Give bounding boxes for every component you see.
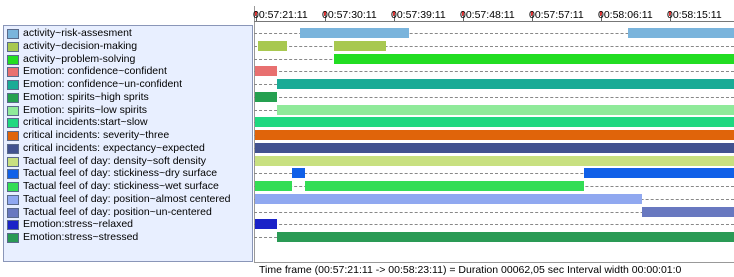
legend-color-swatch [7,29,19,39]
legend-item[interactable]: Tactual feel of day: position~almost cen… [6,192,252,206]
track-segment[interactable] [627,28,734,38]
legend-color-swatch [7,67,19,78]
legend-label: Emotion: confidence~un-confident [23,78,183,90]
legend-item[interactable]: critical incidents:start~slow [6,116,252,129]
track-guide-line [254,45,734,47]
legend-item[interactable]: Emotion:stress~relaxed [6,218,252,231]
legend-label: Tactual feel of day: density~soft densit… [23,154,206,167]
legend-label: activity~problem-solving [23,52,136,65]
legend-color-swatch [7,207,19,218]
track-legend-panel: activity~risk-assesment activity~decision… [3,25,253,262]
legend-color-swatch [7,131,19,141]
track-segment[interactable] [255,66,278,77]
tick-label: 00:58:15:11 [667,9,722,21]
track-segment[interactable] [334,40,387,51]
tick-label: 00:57:48:11 [460,9,515,21]
track-segment[interactable] [277,79,734,89]
legend-item[interactable]: Tactual feel of day: position~un-centere… [6,205,252,219]
track-segment[interactable] [255,142,734,153]
track-segment[interactable] [255,91,278,102]
legend-item[interactable]: Tactual feel of day: density~soft densit… [6,154,252,168]
legend-label: Tactual feel of day: position~almost cen… [23,192,231,205]
legend-label: Tactual feel of day: position~un-centere… [23,205,212,218]
legend-item[interactable]: Tactual feel of day: stickiness~wet surf… [6,180,252,193]
track-segment[interactable] [292,168,305,179]
track-segment[interactable] [584,168,734,179]
legend-color-swatch [7,92,19,103]
legend-label: critical incidents:start~slow [23,116,148,129]
legend-color-swatch [7,169,19,180]
legend-item[interactable]: activity~decision-making [6,39,252,53]
legend-item[interactable]: activity~risk-assesment [6,27,252,40]
legend-label: activity~decision-making [23,39,138,52]
legend-color-swatch [7,194,19,205]
legend-item[interactable]: activity~problem-solving [6,52,252,66]
track-guide-line [254,71,734,73]
legend-color-swatch [7,156,19,167]
legend-color-swatch [7,118,19,129]
legend-label: Emotion: spirits~high sprits [23,90,149,103]
status-text: Time frame (00:57:21:11 -> 00:58:23:11) … [259,264,682,276]
track-segment[interactable] [255,117,734,128]
track-segment[interactable] [255,155,734,166]
legend-label: Emotion:stress~relaxed [23,218,134,231]
track-segment[interactable] [255,219,278,230]
legend-item[interactable]: critical incidents: expectancy~expected [6,141,252,155]
legend-label: Emotion:stress~stressed [23,231,139,243]
legend-item[interactable]: critical incidents: severity~three [6,129,252,142]
track-segment[interactable] [255,130,734,140]
legend-color-swatch [7,182,19,192]
legend-color-swatch [7,220,19,231]
legend-color-swatch [7,80,19,90]
tick-label: 00:57:30:11 [322,9,377,21]
timeline-window: activity~risk-assesment activity~decision… [0,0,734,277]
status-bar: Time frame (00:57:21:11 -> 00:58:23:11) … [254,262,734,277]
legend-item[interactable]: Emotion: spirits~high sprits [6,90,252,104]
track-segment[interactable] [255,193,642,204]
legend-label: Tactual feel of day: stickiness~wet surf… [23,180,219,192]
legend-color-swatch [7,233,19,243]
legend-color-swatch [7,143,19,154]
track-segment[interactable] [255,181,293,191]
legend-item[interactable]: Emotion:stress~stressed [6,231,252,244]
tick-label: 00:57:21:11 [253,9,308,21]
track-segment[interactable] [257,40,288,51]
legend-color-swatch [7,105,19,116]
legend-label: Emotion: confidence~confident [23,65,167,78]
legend-label: Tactual feel of day: stickiness~dry surf… [23,167,218,180]
time-ruler-baseline [254,21,734,22]
track-guide-line [254,96,734,98]
legend-color-swatch [7,54,19,65]
track-guide-line [254,224,734,226]
tick-label: 00:58:06:11 [598,9,653,21]
legend-item[interactable]: Emotion: confidence~confident [6,65,252,78]
legend-item[interactable]: Emotion: spirits~low spirits [6,103,252,117]
tick-label: 00:57:39:11 [391,9,446,21]
track-segment[interactable] [277,232,734,242]
track-segment[interactable] [277,104,734,115]
track-segment[interactable] [304,181,584,191]
legend-item[interactable]: Emotion: confidence~un-confident [6,78,252,91]
legend-color-swatch [7,41,19,52]
legend-label: critical incidents: expectancy~expected [23,141,205,154]
track-segment[interactable] [300,28,410,38]
legend-label: critical incidents: severity~three [23,129,170,141]
legend-label: Emotion: spirits~low spirits [23,103,147,116]
tick-label: 00:57:57:11 [529,9,584,21]
track-segment[interactable] [641,206,734,217]
legend-item[interactable]: Tactual feel of day: stickiness~dry surf… [6,167,252,180]
legend-label: activity~risk-assesment [23,27,132,39]
status-spacer [0,262,254,277]
track-segment[interactable] [334,53,734,64]
